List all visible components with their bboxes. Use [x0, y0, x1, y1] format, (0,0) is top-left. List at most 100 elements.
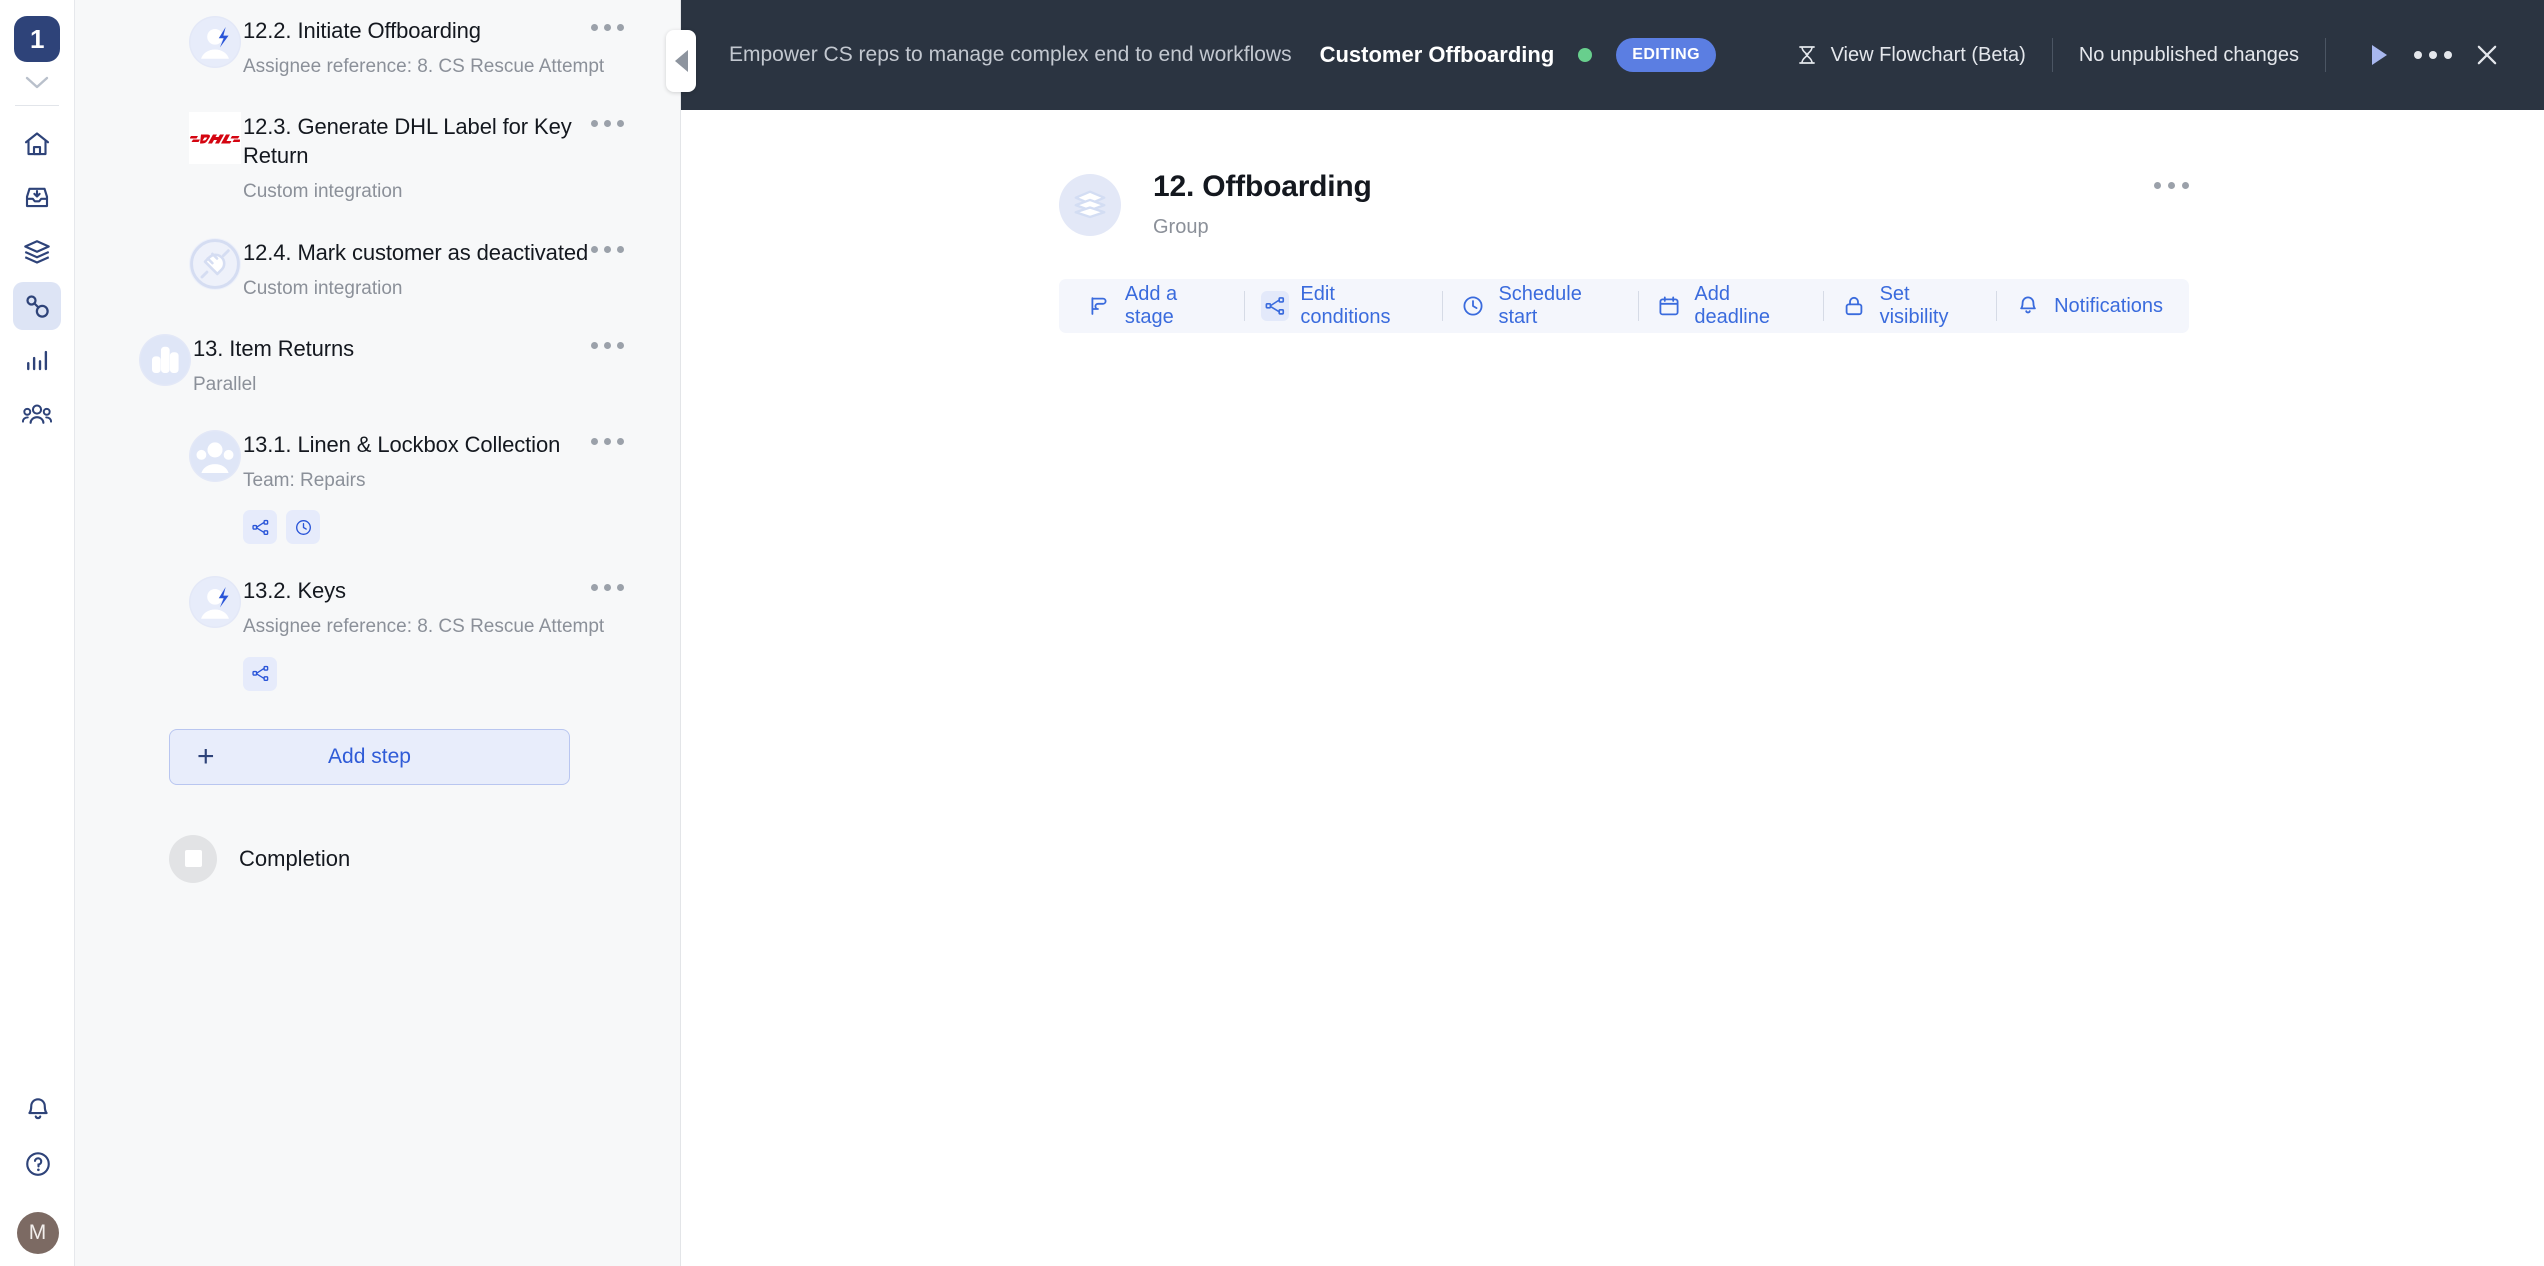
step-row[interactable]: 12.2. Initiate Offboarding Assignee refer… — [75, 0, 680, 96]
step-body: 12.3. Generate DHL Label for Key Return C… — [243, 112, 636, 205]
assignee-avatar-glyph — [190, 17, 240, 67]
workspace-logo[interactable]: 1 — [14, 16, 60, 62]
publish-status: No unpublished changes — [2079, 44, 2299, 67]
step-list-panel: 12.2. Initiate Offboarding Assignee refer… — [75, 0, 681, 1266]
collapse-panel-button[interactable] — [666, 30, 696, 92]
workspace-switcher-chevron[interactable] — [17, 69, 57, 97]
toolbar-button[interactable]: Add a stage — [1069, 279, 1244, 333]
plug-glyph — [190, 238, 240, 289]
group-title: 12. Offboarding — [1153, 170, 1372, 203]
dhl-logo-icon — [189, 112, 241, 165]
workflow-nodes-icon — [26, 295, 49, 318]
toolbar-label: Schedule start — [1498, 283, 1582, 328]
assignee-lightning-icon — [189, 16, 241, 68]
step-row[interactable]: 13.1. Linen & Lockbox Collection Team: Re… — [75, 414, 680, 560]
step-subtitle: Custom integration — [243, 277, 403, 299]
breadcrumb: Empower CS reps to manage complex end to… — [729, 43, 1292, 66]
completion-row[interactable]: Completion — [169, 834, 680, 883]
plus-icon: + — [197, 739, 215, 773]
toolbar-label: Set visibility — [1879, 283, 1949, 328]
main-canvas: 12. Offboarding Group Add a stage Edit co… — [681, 110, 2544, 1266]
step-title: 13.2. Keys — [243, 578, 346, 604]
sidebar-item-people[interactable] — [13, 390, 61, 438]
close-icon — [2477, 45, 2497, 65]
step-more-button[interactable] — [591, 24, 624, 31]
group-subtitle: Group — [1153, 216, 1209, 238]
step-chips — [243, 656, 636, 691]
step-chips — [243, 510, 636, 545]
step-more-button[interactable] — [591, 584, 624, 592]
step-row[interactable]: 13. Item Returns Parallel — [75, 318, 680, 414]
step-icon-wrapper — [189, 430, 241, 483]
step-title: 12.2. Initiate Offboarding — [243, 18, 481, 43]
toolbar-button[interactable]: Edit conditions — [1245, 279, 1442, 333]
workspace-logo-label: 1 — [30, 23, 44, 54]
top-header: Empower CS reps to manage complex end to… — [681, 0, 2544, 110]
conditions-icon — [251, 665, 268, 682]
avatar[interactable]: M — [16, 1212, 59, 1254]
view-flowchart-button[interactable]: View Flowchart (Beta) — [1795, 43, 2026, 67]
group-more-button[interactable] — [2154, 182, 2189, 189]
step-chip[interactable] — [286, 510, 320, 545]
step-more-button[interactable] — [591, 341, 624, 349]
sidebar-item-inbox[interactable] — [13, 174, 61, 222]
layers-icon — [1074, 190, 1106, 219]
step-row[interactable]: 13.2. Keys Assignee reference: 8. CS Resc… — [75, 560, 680, 706]
conditions-icon — [251, 519, 268, 535]
sidebar-item-home[interactable] — [13, 120, 61, 168]
header-divider — [2051, 38, 2053, 72]
completion-icon — [169, 834, 217, 883]
step-subtitle: Team: Repairs — [243, 470, 366, 492]
page-title: Customer Offboarding — [1319, 42, 1555, 67]
rail-divider — [15, 105, 59, 106]
add-step-label: Add step — [328, 744, 411, 768]
toolbar-button[interactable]: Add deadline — [1639, 279, 1823, 333]
toolbar-button[interactable]: Set visibility — [1824, 279, 1996, 333]
add-step-button[interactable]: + Add step — [169, 728, 570, 785]
step-icon-wrapper — [189, 576, 241, 629]
play-icon — [2372, 45, 2387, 65]
sidebar-item-templates[interactable] — [13, 228, 61, 276]
step-chip[interactable] — [243, 510, 277, 545]
group-toolbar: Add a stage Edit conditions Schedule start… — [1059, 279, 2189, 333]
group-icon-wrapper — [1059, 174, 1121, 236]
step-icon-wrapper — [139, 333, 191, 386]
sidebar-item-workflows[interactable] — [13, 282, 61, 330]
bell-icon — [2020, 296, 2036, 314]
step-title: 12.3. Generate DHL Label for Key Return — [243, 114, 572, 169]
bar-chart-icon — [27, 350, 48, 371]
toolbar-button[interactable]: Schedule start — [1443, 279, 1638, 333]
step-row[interactable]: 12.3. Generate DHL Label for Key Return C… — [75, 96, 680, 221]
toolbar-icon — [2013, 291, 2043, 321]
plug-icon — [189, 237, 241, 290]
help-button[interactable] — [14, 1140, 62, 1188]
lock-icon — [1845, 296, 1863, 316]
parallel-bars-icon — [139, 333, 191, 386]
toolbar-icon — [1840, 291, 1869, 321]
sidebar-item-reports[interactable] — [13, 336, 61, 384]
step-body: 13. Item Returns Parallel — [193, 334, 636, 398]
header-more-button[interactable] — [2406, 28, 2460, 82]
step-body: 12.4. Mark customer as deactivated Custom… — [243, 238, 636, 302]
toolbar-label: Add a stage — [1124, 283, 1178, 328]
toolbar-button[interactable]: Notifications — [1997, 279, 2179, 333]
step-more-button[interactable] — [591, 438, 624, 446]
calendar-icon — [1659, 296, 1679, 316]
step-chip[interactable] — [243, 656, 277, 691]
step-icon-wrapper — [189, 237, 241, 290]
step-row[interactable]: 12.4. Mark customer as deactivated Custom… — [75, 222, 680, 318]
close-button[interactable] — [2460, 28, 2514, 82]
toolbar-label: Notifications — [2054, 294, 2164, 317]
run-button[interactable] — [2352, 28, 2406, 82]
step-more-button[interactable] — [591, 120, 624, 128]
step-title: 13. Item Returns — [193, 335, 355, 361]
assignee-lightning-icon — [189, 576, 241, 629]
step-more-button[interactable] — [591, 245, 624, 253]
notifications-button[interactable] — [14, 1086, 62, 1134]
more-dots-icon — [2414, 51, 2452, 59]
group-text: 12. Offboarding Group — [1153, 170, 1372, 239]
group-header: 12. Offboarding Group — [1059, 170, 2189, 239]
flag-icon — [1091, 297, 1107, 315]
step-body: 13.1. Linen & Lockbox Collection Team: Re… — [243, 430, 636, 545]
header-divider — [2325, 38, 2326, 72]
